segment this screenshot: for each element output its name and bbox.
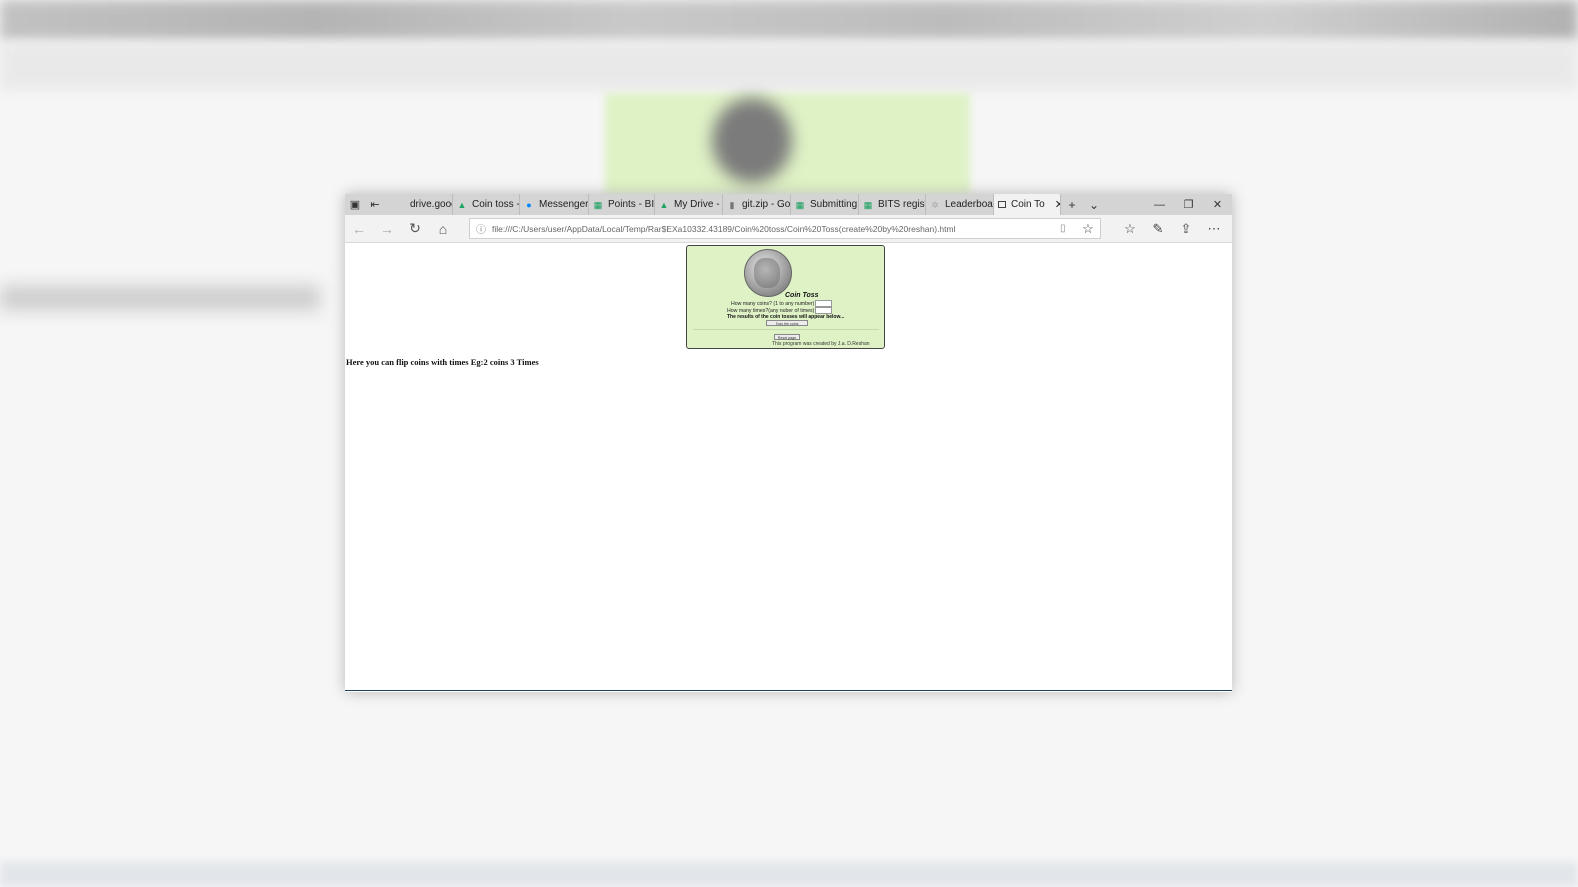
- coins-question-row: How many coins? (1 to any number): [731, 300, 833, 307]
- forward-icon[interactable]: →: [373, 215, 401, 242]
- pen-icon[interactable]: ✎: [1144, 215, 1172, 242]
- restore-icon[interactable]: ❐: [1174, 194, 1203, 215]
- messenger-icon: ●: [526, 199, 532, 210]
- tab-label: git.zip - Go: [742, 199, 791, 210]
- file-icon: ▮: [729, 199, 735, 210]
- leaderboard-icon: ✲: [931, 199, 939, 210]
- coin-toss-panel: Coin Toss How many coins? (1 to any numb…: [686, 245, 885, 349]
- tab-preview-icon[interactable]: ▣: [345, 194, 365, 215]
- home-icon[interactable]: ⌂: [429, 215, 457, 242]
- page-description: Here you can flip coins with times Eg:2 …: [346, 357, 539, 367]
- coins-question-label: How many coins? (1 to any number): [731, 300, 815, 307]
- sheets-icon: ▦: [795, 199, 805, 210]
- tab-leaderboard[interactable]: ✲ Leaderboa: [926, 194, 994, 215]
- google-drive-icon: ▲: [659, 199, 669, 210]
- tab-drive-googl[interactable]: drive.googl: [391, 194, 453, 215]
- navigation-bar: ← → ↻ ⌂ ⓘ file:///C:/Users/user/AppData/…: [345, 215, 1232, 243]
- coins-input[interactable]: [815, 300, 833, 307]
- background-coin-blur: [712, 98, 792, 183]
- tab-label: Messenger: [539, 199, 589, 210]
- times-input[interactable]: [815, 307, 833, 314]
- set-aside-tabs-icon[interactable]: ⇤: [365, 194, 385, 215]
- tab-coin-toss-active[interactable]: Coin To ✕: [994, 194, 1061, 215]
- tab-label: Coin toss -: [472, 199, 520, 210]
- minimize-icon[interactable]: —: [1145, 194, 1174, 215]
- tab-messenger[interactable]: ● Messenger: [520, 194, 589, 215]
- chevron-down-icon[interactable]: ⌄: [1083, 194, 1105, 215]
- bottom-border: [345, 690, 1232, 691]
- tab-label: Points - BIT: [608, 199, 655, 210]
- credit-text: This program was created by J.a. D.Resha…: [772, 341, 870, 347]
- browser-window: ▣ ⇤ drive.googl ▲ Coin toss - ● Messenge…: [345, 194, 1232, 692]
- tab-label: Coin To: [1011, 199, 1045, 210]
- coin-toss-title: Coin Toss: [785, 292, 819, 299]
- title-bar: ▣ ⇤ drive.googl ▲ Coin toss - ● Messenge…: [345, 194, 1232, 215]
- tab-label: My Drive -: [674, 199, 720, 210]
- background-toolbar-blur: [0, 44, 1578, 90]
- times-question-row: How many times?(any nuber of times): [727, 307, 833, 314]
- close-icon[interactable]: ✕: [1203, 194, 1232, 215]
- tab-coin-toss-doc[interactable]: ▲ Coin toss -: [453, 194, 520, 215]
- toss-coins-button[interactable]: Toss the coins: [766, 320, 808, 326]
- refresh-icon[interactable]: ↻: [401, 215, 429, 242]
- quarter-coin-image: [744, 249, 792, 297]
- share-icon[interactable]: ⇪: [1172, 215, 1200, 242]
- address-url[interactable]: file:///C:/Users/user/AppData/Local/Temp…: [492, 224, 1060, 234]
- address-bar[interactable]: ⓘ file:///C:/Users/user/AppData/Local/Te…: [469, 218, 1101, 239]
- tab-submitting[interactable]: ▦ Submitting: [791, 194, 859, 215]
- back-icon[interactable]: ←: [345, 215, 373, 242]
- divider: [693, 329, 879, 330]
- sheets-icon: ▦: [863, 199, 873, 210]
- more-options-icon[interactable]: ⋯: [1200, 215, 1228, 242]
- tab-label: BITS registi: [878, 199, 926, 210]
- favorite-star-icon[interactable]: ☆: [1076, 221, 1100, 237]
- background-bottom-blur: [0, 862, 1578, 887]
- tab-bits-regist[interactable]: ▦ BITS registi: [859, 194, 926, 215]
- tab-label: Leaderboa: [945, 199, 993, 210]
- reading-view-icon[interactable]: ▯: [1060, 223, 1076, 234]
- coin-portrait: [754, 258, 780, 288]
- toolbar-right: ☆ ✎ ⇪ ⋯: [1116, 215, 1228, 242]
- tab-label: Submitting: [810, 199, 858, 210]
- tab-my-drive[interactable]: ▲ My Drive -: [655, 194, 723, 215]
- tab-points-bit[interactable]: ▦ Points - BIT: [589, 194, 655, 215]
- tab-strip: drive.googl ▲ Coin toss - ● Messenger ▦ …: [391, 194, 1061, 215]
- background-taskbar-blur: [0, 0, 1578, 40]
- page-content: Coin Toss How many coins? (1 to any numb…: [345, 243, 1232, 691]
- window-controls: — ❐ ✕: [1145, 194, 1232, 215]
- background-text-blur: [0, 285, 320, 311]
- tab-label: drive.googl: [410, 199, 452, 210]
- sheets-icon: ▦: [593, 199, 603, 210]
- tab-git-zip[interactable]: ▮ git.zip - Go: [723, 194, 791, 215]
- page-icon: [998, 201, 1006, 208]
- google-drive-icon: ▲: [457, 199, 467, 210]
- info-icon[interactable]: ⓘ: [470, 221, 492, 236]
- times-question-label: How many times?(any nuber of times): [727, 307, 815, 314]
- blank-icon: [395, 200, 405, 210]
- favorites-hub-icon[interactable]: ☆: [1116, 215, 1144, 242]
- reset-page-button[interactable]: Reset page: [774, 334, 800, 340]
- new-tab-icon[interactable]: +: [1061, 194, 1083, 215]
